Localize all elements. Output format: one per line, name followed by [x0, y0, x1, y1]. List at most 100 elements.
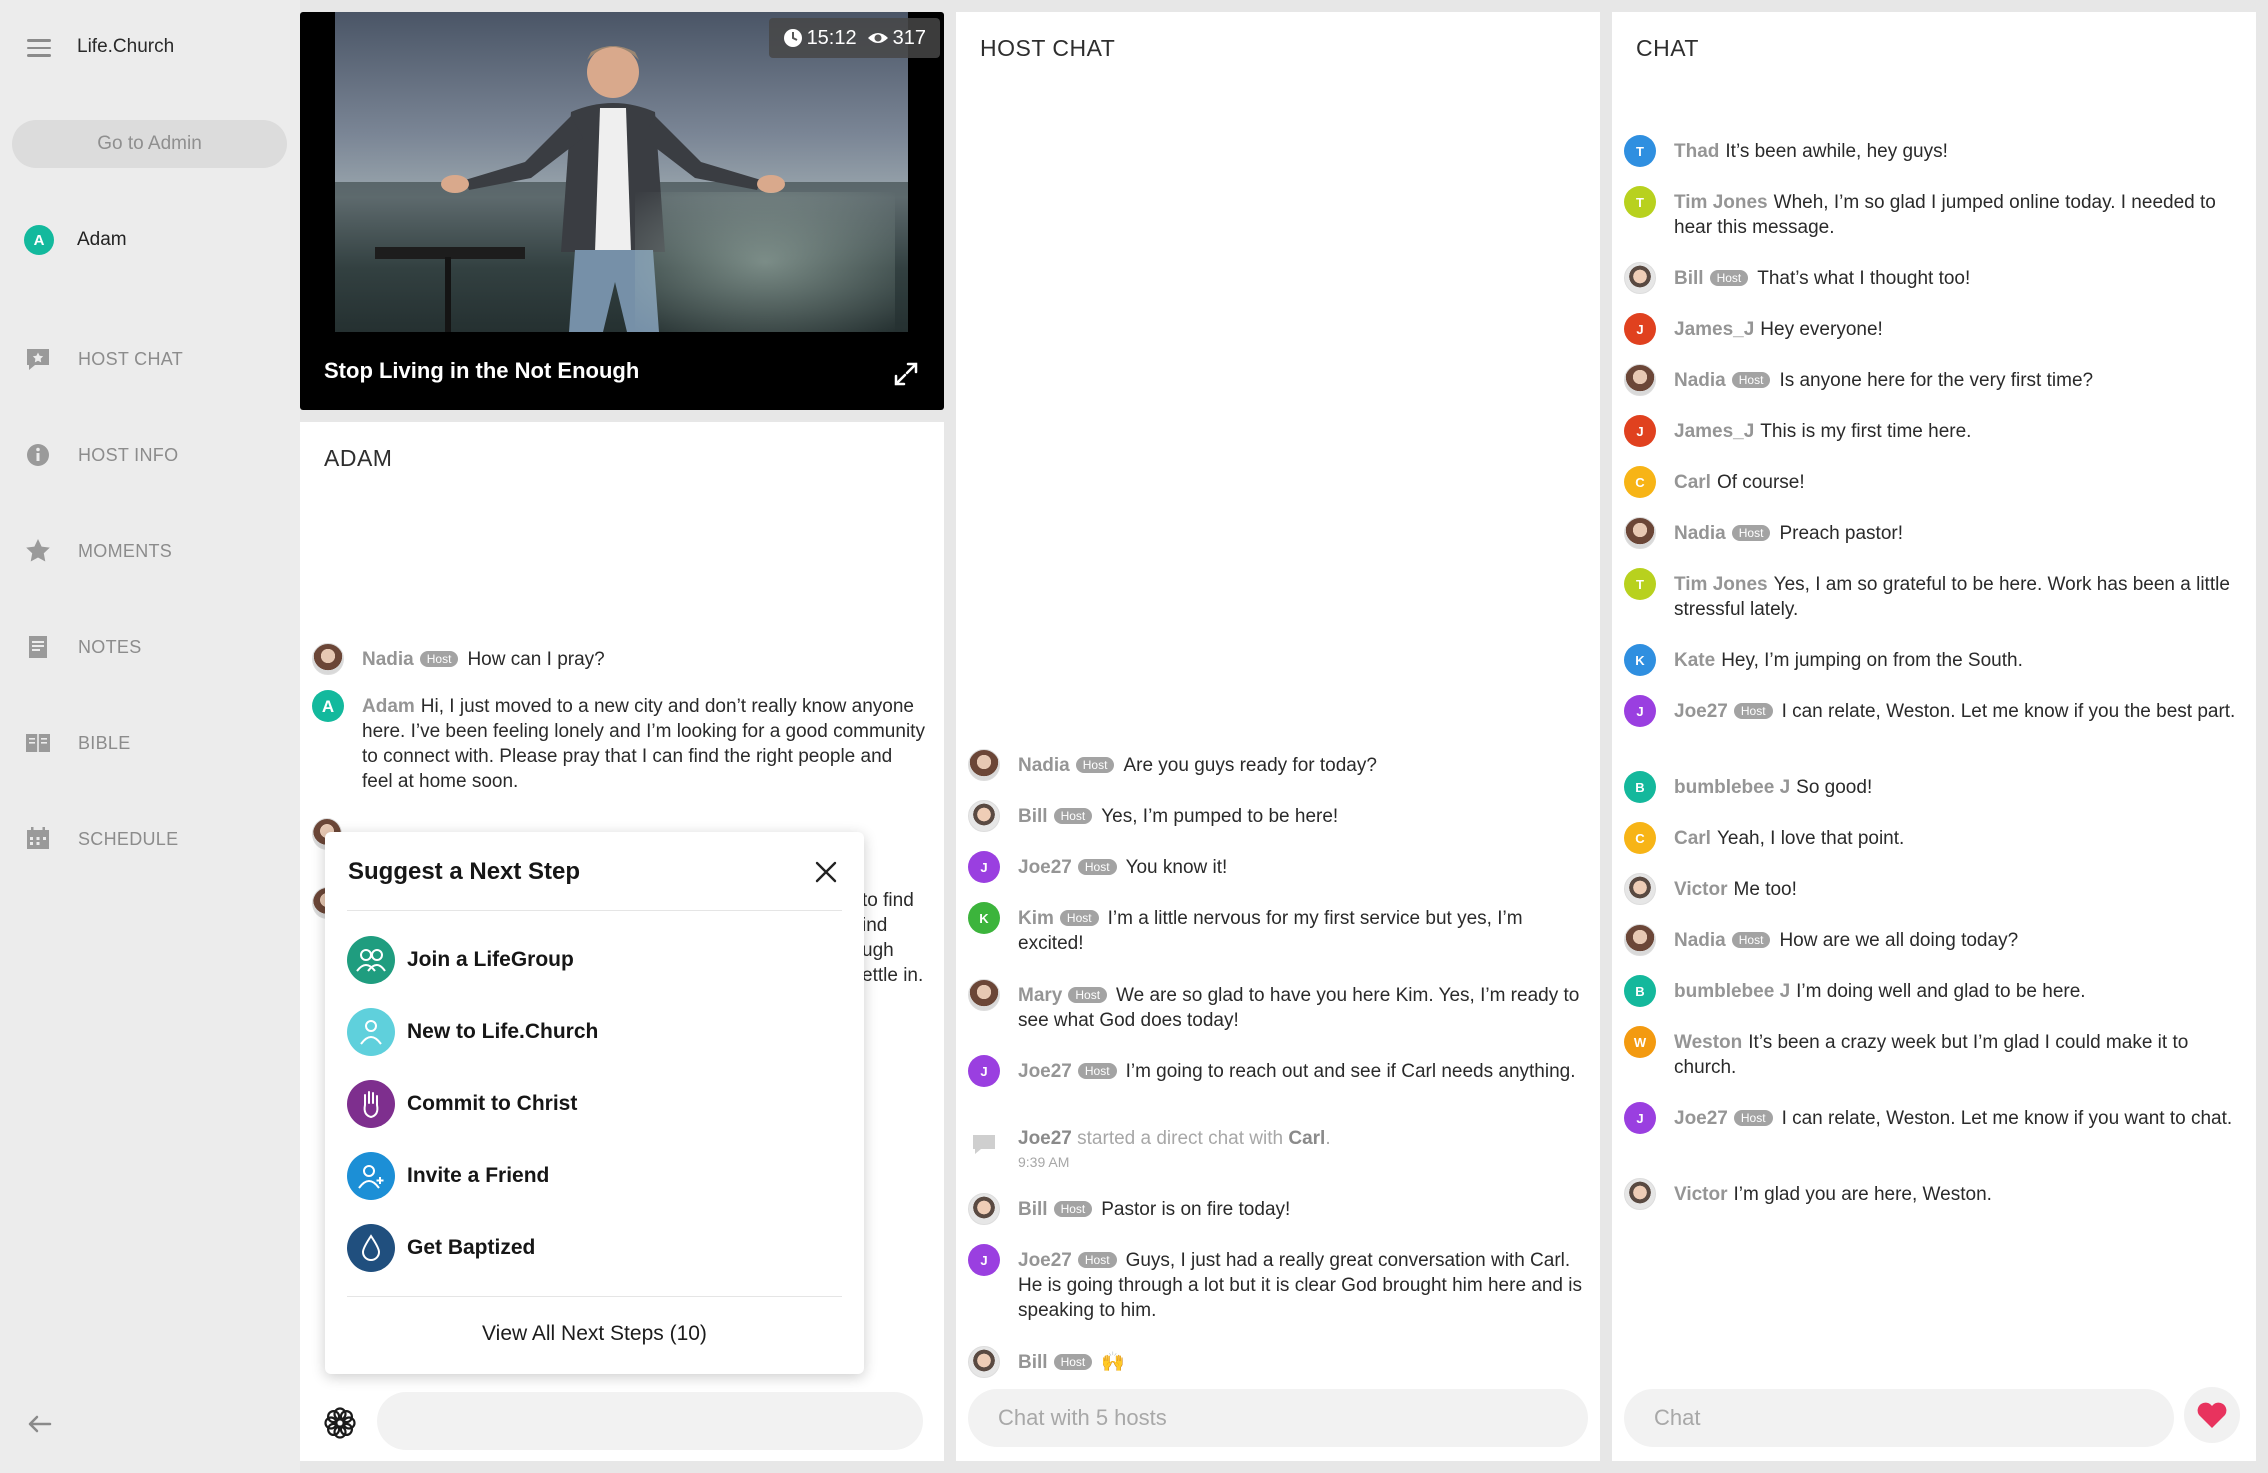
user-avatar[interactable]: K [968, 902, 1000, 934]
user-avatar[interactable]: T [1624, 135, 1656, 167]
user-avatar[interactable]: J [968, 1244, 1000, 1276]
heart-reaction-button[interactable] [2184, 1387, 2240, 1443]
message-text: Of course! [1716, 472, 1805, 493]
chat-input[interactable] [1624, 1389, 2174, 1447]
user-avatar[interactable] [968, 749, 1000, 781]
star-icon [26, 539, 50, 562]
water-drop-icon [347, 1224, 395, 1272]
user-avatar[interactable]: C [1624, 466, 1656, 498]
close-icon[interactable] [814, 860, 838, 884]
user-avatar[interactable]: T [1624, 568, 1656, 600]
message-username[interactable]: Joe27 [1018, 1061, 1072, 1082]
public-chat-panel: CHAT T Thad It’s been awhile, hey guys! T Ti… [1612, 12, 2256, 1461]
panel-title: CHAT [1636, 35, 1699, 61]
step-label: Join a LifeGroup [407, 948, 574, 971]
user-avatar[interactable] [968, 800, 1000, 832]
message-username[interactable]: Carl [1674, 828, 1711, 849]
user-avatar[interactable]: C [1624, 822, 1656, 854]
host-badge: Host [1068, 987, 1108, 1003]
message-username[interactable]: Victor [1674, 1184, 1728, 1205]
message-username[interactable]: Nadia [1674, 930, 1726, 951]
message-username[interactable]: Victor [1674, 879, 1728, 900]
message-username[interactable]: Joe27 [1674, 1108, 1728, 1129]
view-all-next-steps-link[interactable]: View All Next Steps (10) [325, 1322, 864, 1346]
hamburger-menu-icon[interactable] [27, 39, 51, 57]
user-avatar[interactable] [968, 979, 1000, 1011]
nav-bible[interactable]: BIBLE [24, 726, 131, 760]
step-get-baptized[interactable]: Get Baptized [347, 1224, 535, 1272]
nav-host-info[interactable]: HOST INFO [24, 438, 178, 472]
message-username[interactable]: Joe27 [1674, 701, 1728, 722]
step-join-lifegroup[interactable]: Join a LifeGroup [347, 936, 574, 984]
step-commit-to-christ[interactable]: Commit to Christ [347, 1080, 577, 1128]
video-player[interactable]: 15:12 317 Stop Living in the Not Enough [300, 12, 944, 410]
nav-label: BIBLE [78, 732, 131, 753]
message-username[interactable]: Bill [1674, 268, 1704, 289]
user-name: Adam [77, 229, 127, 250]
back-arrow-icon[interactable] [24, 1409, 54, 1439]
user-avatar[interactable] [968, 1346, 1000, 1378]
viewer-count: 317 [892, 26, 926, 49]
user-avatar[interactable]: B [1624, 771, 1656, 803]
message-username[interactable]: Weston [1674, 1032, 1742, 1053]
message-username[interactable]: Bill [1018, 1199, 1048, 1220]
message-username[interactable]: bumblebee J [1674, 981, 1790, 1002]
user-avatar[interactable]: W [1624, 1026, 1656, 1058]
nav-host-chat[interactable]: HOST CHAT [24, 342, 183, 376]
user-avatar[interactable]: J [1624, 415, 1656, 447]
message-username[interactable]: Nadia [1674, 370, 1726, 391]
message-username[interactable]: Nadia [1674, 523, 1726, 544]
step-label: Get Baptized [407, 1236, 536, 1259]
go-to-admin-button[interactable]: Go to Admin [12, 120, 287, 168]
current-user[interactable]: A Adam [24, 224, 127, 256]
host-chat-input[interactable] [968, 1389, 1588, 1447]
user-avatar[interactable] [1624, 517, 1656, 549]
message-username[interactable]: Bill [1018, 806, 1048, 827]
message-username[interactable]: Bill [1018, 1352, 1048, 1373]
user-avatar[interactable] [968, 1193, 1000, 1225]
user-avatar: A [312, 690, 344, 722]
chat-message: C Carl Of course! [1624, 466, 2239, 498]
message-username[interactable]: James_J [1674, 319, 1754, 340]
user-avatar[interactable]: J [1624, 1102, 1656, 1134]
user-avatar[interactable]: B [1624, 975, 1656, 1007]
user-avatar[interactable]: T [1624, 186, 1656, 218]
message-username[interactable]: Carl [1674, 472, 1711, 493]
message-username[interactable]: Mary [1018, 985, 1062, 1006]
nav-moments[interactable]: MOMENTS [24, 534, 172, 568]
nav-notes[interactable]: NOTES [24, 630, 142, 664]
user-avatar[interactable] [1624, 1178, 1656, 1210]
user-avatar[interactable]: J [1624, 695, 1656, 727]
user-avatar[interactable] [1624, 873, 1656, 905]
message-username[interactable]: Tim Jones [1674, 192, 1768, 213]
nav-label: HOST INFO [78, 444, 179, 465]
message-username[interactable]: Kate [1674, 650, 1715, 671]
message-username[interactable]: Thad [1674, 141, 1719, 162]
info-icon [27, 444, 49, 466]
user-avatar[interactable]: J [1624, 313, 1656, 345]
message-username[interactable]: Nadia [1018, 755, 1070, 776]
message-username[interactable]: Joe27 [1018, 857, 1072, 878]
nav-schedule[interactable]: SCHEDULE [24, 822, 178, 856]
user-avatar[interactable]: J [968, 851, 1000, 883]
message-text: This is my first time here. [1760, 421, 1972, 442]
user-avatar[interactable]: J [968, 1055, 1000, 1087]
user-avatar[interactable] [1624, 364, 1656, 396]
step-invite-friend[interactable]: Invite a Friend [347, 1152, 549, 1200]
user-avatar[interactable] [1624, 262, 1656, 294]
message-username[interactable]: James_J [1674, 421, 1754, 442]
step-new-to-lifechurch[interactable]: New to Life.Church [347, 1008, 598, 1056]
message-text: Hey everyone! [1760, 319, 1883, 340]
direct-chat-input[interactable] [377, 1392, 923, 1450]
user-avatar[interactable]: K [1624, 644, 1656, 676]
text-fragment: ugh [862, 940, 894, 961]
message-username[interactable]: Kim [1018, 908, 1054, 929]
message-username[interactable]: Joe27 [1018, 1250, 1072, 1271]
expand-icon[interactable] [892, 360, 920, 388]
text-fragment: ind [862, 915, 888, 936]
message-text: I’m glad you are here, Weston. [1733, 1184, 1992, 1205]
message-username[interactable]: Tim Jones [1674, 574, 1768, 595]
message-username[interactable]: bumblebee J [1674, 777, 1790, 798]
user-avatar[interactable] [1624, 924, 1656, 956]
next-steps-flower-icon[interactable] [322, 1405, 358, 1441]
